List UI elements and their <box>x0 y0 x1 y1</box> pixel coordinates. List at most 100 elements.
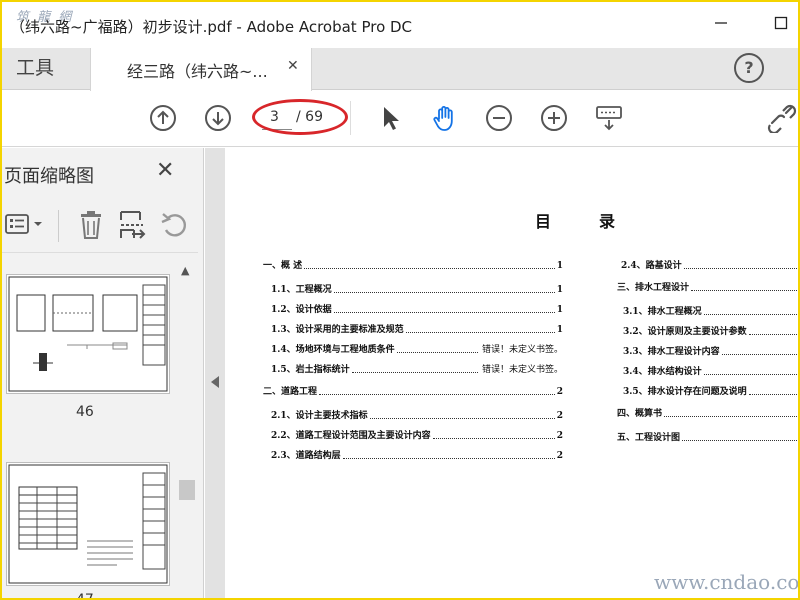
toc-leader-dots <box>748 334 798 335</box>
toc-entry[interactable]: 3.1、排水工程概况 <box>623 304 798 317</box>
toc-entry[interactable]: 三、排水工程设计 <box>617 280 798 293</box>
toolbar-divider <box>350 101 351 135</box>
toc-entry-text: 1.2、设计依据 <box>271 305 332 315</box>
toc-entry[interactable]: 1.5、岩土指标统计 错误！未定义书签。 <box>271 362 563 375</box>
toc-entry-text: 1.1、工程概况 <box>271 285 332 295</box>
next-page-button[interactable] <box>203 103 233 133</box>
collapse-arrow-icon[interactable] <box>211 376 219 388</box>
previous-page-button[interactable] <box>148 103 178 133</box>
scrollbar-thumb[interactable] <box>179 480 195 500</box>
toc-entry[interactable]: 2.3、道路结构层 2 <box>271 448 563 461</box>
panel-close-icon[interactable]: ✕ <box>156 158 174 183</box>
toc-entry[interactable]: 五、工程设计图 <box>617 430 798 443</box>
toc-leader-dots <box>342 458 555 459</box>
keyboard-button[interactable] <box>594 103 624 133</box>
thumbnail-drawing-46 <box>8 276 168 392</box>
toc-leader-dots <box>405 332 555 333</box>
toc-leader-dots <box>369 418 555 419</box>
toc-entry[interactable]: 2.2、道路工程设计范围及主要设计内容 2 <box>271 428 563 441</box>
window-title: （纬六路~广福路）初步设计.pdf - Adobe Acrobat Pro DC <box>10 18 413 36</box>
toc-leader-dots <box>703 374 798 375</box>
toc-entry-text: 五、工程设计图 <box>617 433 681 443</box>
cursor-arrow-icon <box>384 107 399 130</box>
toc-leader-dots <box>396 352 478 353</box>
toc-entry-page: 1 <box>556 305 563 315</box>
document-view[interactable]: 目录 一、概 述 1 1.1、工程概况 1 1.2、设计依据 1 1.3、设计采用的主要标准… <box>225 148 798 598</box>
toc-entry-page: 错误！未定义书签。 <box>481 345 563 355</box>
tab-document-label: 经三路（纬六路~... <box>127 62 268 81</box>
toc-entry[interactable]: 1.4、场地环境与工程地质条件 错误！未定义书签。 <box>271 342 563 355</box>
highlight-annotation-ellipse <box>252 99 348 135</box>
share-link-button[interactable] <box>766 103 797 135</box>
page-thumbnail[interactable] <box>6 462 170 586</box>
toc-entry-text: 3.1、排水工程概况 <box>623 307 702 317</box>
toc-entry-text: 3.4、排水结构设计 <box>623 367 702 377</box>
toc-leader-dots <box>691 290 798 291</box>
toc-entry-text: 1.3、设计采用的主要标准及规范 <box>271 325 404 335</box>
delete-page-icon[interactable] <box>78 210 104 240</box>
thumbnail-options-icon[interactable] <box>4 212 46 238</box>
thumbnail-scrollbar[interactable]: ▲ <box>178 260 196 598</box>
toc-entry[interactable]: 一、概 述 1 <box>263 258 563 271</box>
thumbnail-page-number: 46 <box>76 404 94 420</box>
insert-pages-icon[interactable] <box>118 210 146 240</box>
toc-entry-page: 1 <box>556 325 563 335</box>
toc-entry-page: 2 <box>556 451 563 461</box>
toc-leader-dots <box>683 268 798 269</box>
toc-entry-text: 3.2、设计原则及主要设计参数 <box>623 327 747 337</box>
maximize-button[interactable] <box>766 12 796 38</box>
thumbnail-drawing-47 <box>8 464 168 584</box>
toc-entry[interactable]: 2.1、设计主要技术指标 2 <box>271 408 563 421</box>
toc-entry-text: 一、概 述 <box>263 261 303 271</box>
keyboard-icon <box>596 106 622 131</box>
app-window: 筑 龍 網 （纬六路~广福路）初步设计.pdf - Adobe Acrobat … <box>2 2 798 598</box>
tab-close-icon[interactable]: ✕ <box>287 58 299 74</box>
toc-leader-dots <box>721 354 798 355</box>
toc-entry-text: 三、排水工程设计 <box>617 283 690 293</box>
toc-entry[interactable]: 3.4、排水结构设计 <box>623 364 798 377</box>
hand-tool-button[interactable] <box>430 103 460 133</box>
toc-entry-text: 2.1、设计主要技术指标 <box>271 411 368 421</box>
toc-leader-dots <box>703 314 798 315</box>
zoom-in-button[interactable] <box>539 103 569 133</box>
toc-entry-page: 错误！未定义书签。 <box>481 365 563 375</box>
tab-document[interactable]: 经三路（纬六路~... ✕ <box>90 48 312 91</box>
toc-entry[interactable]: 二、道路工程 2 <box>263 384 563 397</box>
toc-entry-text: 2.4、路基设计 <box>621 261 682 271</box>
toc-entry[interactable]: 3.5、排水设计存在问题及说明 <box>623 384 798 397</box>
rotate-page-icon[interactable] <box>160 210 190 240</box>
thumbnail-page-number: 47 <box>76 592 94 598</box>
toc-entry-text: 3.5、排水设计存在问题及说明 <box>623 387 747 397</box>
site-watermark-text: www.cndao.com <box>654 570 798 594</box>
arrow-down-circle-icon <box>205 105 231 131</box>
toc-entry[interactable]: 四、概算书 <box>617 406 798 419</box>
maximize-icon <box>774 16 788 30</box>
toc-entry[interactable]: 2.4、路基设计 <box>621 258 798 271</box>
panel-collapse-strip[interactable] <box>205 148 225 598</box>
scroll-up-icon[interactable]: ▲ <box>181 264 189 277</box>
toc-entry-page: 2 <box>556 411 563 421</box>
page-thumbnail[interactable] <box>6 274 170 394</box>
select-tool-button[interactable] <box>376 103 406 133</box>
tab-tools[interactable]: 工具 <box>2 48 88 90</box>
toc-entry-text: 四、概算书 <box>617 409 663 419</box>
toc-entry[interactable]: 1.2、设计依据 1 <box>271 302 563 315</box>
toc-leader-dots <box>664 416 798 417</box>
toc-entry[interactable]: 1.3、设计采用的主要标准及规范 1 <box>271 322 563 335</box>
toc-entry-page: 1 <box>556 285 563 295</box>
help-icon[interactable]: ? <box>734 53 764 83</box>
toc-entry[interactable]: 1.1、工程概况 1 <box>271 282 563 295</box>
zoom-out-button[interactable] <box>484 103 514 133</box>
toc-entry-text: 二、道路工程 <box>263 387 318 397</box>
toc-entry[interactable]: 3.2、设计原则及主要设计参数 <box>623 324 798 337</box>
toc-leader-dots <box>304 268 555 269</box>
title-bar: 筑 龍 網 （纬六路~广福路）初步设计.pdf - Adobe Acrobat … <box>2 2 798 48</box>
minimize-icon <box>715 22 727 24</box>
toc-leader-dots <box>682 440 798 441</box>
page-thumbnails-panel: 页面缩略图 ✕ 46 ▲ <box>2 148 204 598</box>
minimize-button[interactable] <box>706 12 736 38</box>
toc-entry[interactable]: 3.3、排水工程设计内容 <box>623 344 798 357</box>
link-icon <box>767 104 797 135</box>
toc-entry-text: 2.2、道路工程设计范围及主要设计内容 <box>271 431 431 441</box>
toc-entry-text: 3.3、排水工程设计内容 <box>623 347 720 357</box>
